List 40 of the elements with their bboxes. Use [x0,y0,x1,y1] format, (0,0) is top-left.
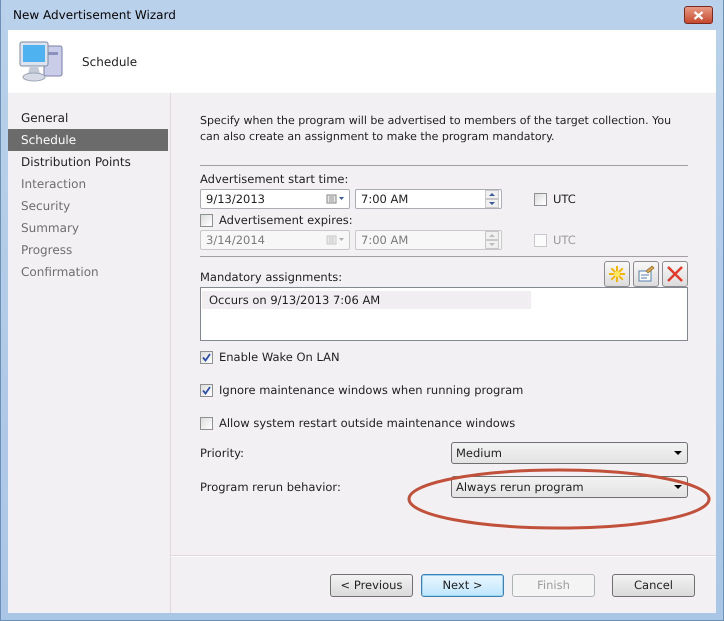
page-title: Schedule [82,54,138,68]
new-button[interactable] [604,261,630,287]
dropdown[interactable]: Medium [451,442,688,464]
checkbox[interactable] [200,350,213,364]
dropdown-arrow-icon [674,451,682,455]
starburst-icon [608,265,626,283]
delete-button[interactable] [662,261,688,287]
dropdown-arrow-icon [674,485,682,489]
spinner-icon[interactable] [485,190,499,208]
calendar-dropdown-icon[interactable] [326,194,346,204]
wizard-button[interactable]: < Previous [330,574,413,596]
dropdown[interactable]: Always rerun program [451,476,688,498]
list-item[interactable]: Occurs on 9/13/2013 7:06 AM [202,291,531,309]
checkbox[interactable] [534,192,547,206]
date-field[interactable]: 9/13/2013 [200,189,350,209]
option-label: Enable Wake On LAN [219,350,340,364]
wizard-step[interactable]: Schedule [8,129,168,151]
select-label: Program rerun behavior: [200,480,341,494]
utc-label: UTC [553,192,576,206]
window-title: New Advertisement Wizard [13,8,176,22]
description-text: Specify when the program will be advertised to members of the target collection. You can also create an assignment to make the program mandatory. [200,113,672,145]
wizard-button[interactable]: Next > [421,574,504,596]
expires-label: Advertisement expires: [219,213,353,227]
start-time-label: Advertisement start time: [200,172,350,186]
close-button[interactable] [684,6,713,24]
form-edit-icon [637,265,655,283]
select-label: Priority: [200,446,244,460]
checkbox[interactable] [200,384,213,396]
close-icon [693,10,704,20]
properties-button[interactable] [633,261,659,287]
wizard-button[interactable]: Cancel [612,574,695,596]
option-label: Allow system restart outside maintenance windows [219,416,516,430]
option-label: Ignore maintenance windows when running program [219,383,524,397]
wizard-step[interactable]: Distribution Points [8,151,169,173]
time-field[interactable]: 7:00 AM [355,189,502,209]
assignments-label: Mandatory assignments: [200,270,342,284]
checkbox[interactable] [200,416,213,430]
utc-label: UTC [553,233,576,247]
cross-icon [666,265,684,283]
wizard-step[interactable]: General [8,107,169,129]
